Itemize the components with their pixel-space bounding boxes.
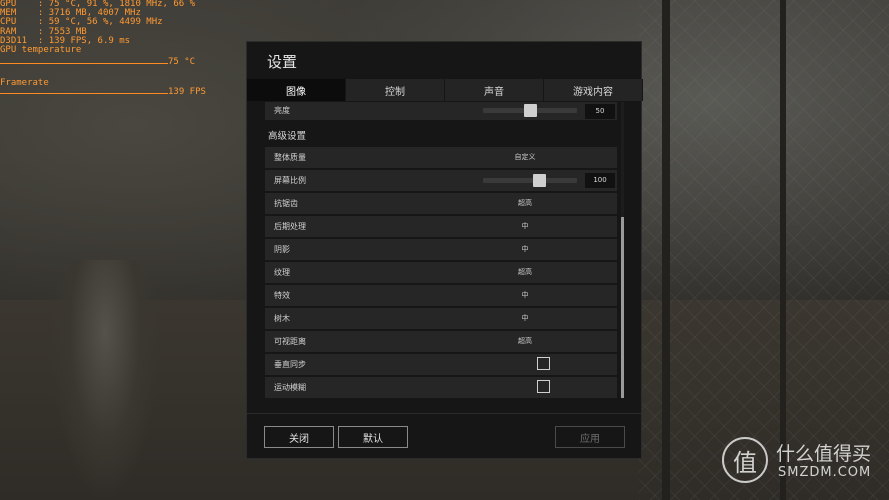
setting-label: 树木 [274, 314, 290, 323]
setting-label: 后期处理 [274, 222, 306, 231]
setting-value[interactable]: 超高 [455, 331, 595, 352]
setting-label: 可视距离 [274, 337, 306, 346]
settings-tabs: 图像 控制 声音 游戏内容 [247, 79, 643, 101]
setting-row-overall-quality[interactable]: 整体质量 自定义 [265, 147, 617, 168]
setting-row-post-processing[interactable]: 后期处理 中 [265, 216, 617, 237]
watermark-cn-text: 什么值得买 [776, 443, 872, 465]
brightness-slider-thumb[interactable] [524, 104, 537, 117]
setting-label: 阴影 [274, 245, 290, 254]
setting-label: 运动模糊 [274, 383, 306, 392]
smzdm-logo: 值 [722, 437, 768, 483]
setting-value[interactable]: 中 [455, 216, 595, 237]
framerate-graph [0, 93, 168, 94]
setting-label: 垂直同步 [274, 360, 306, 369]
footer-divider [247, 413, 641, 414]
window-title: 设置 [267, 53, 298, 71]
gpu-temp-value: 75 °C [168, 57, 196, 67]
fence-post [662, 0, 670, 500]
settings-content: 亮度 50 高级设置 整体质量 自定义 屏幕比例 100 抗锯齿 超高 后期处理… [265, 102, 620, 400]
framerate-value: 139 FPS [168, 87, 206, 97]
framerate-label: Framerate [0, 78, 49, 88]
apply-button[interactable]: 应用 [555, 426, 625, 448]
setting-row-shadows[interactable]: 阴影 中 [265, 239, 617, 260]
setting-row-foliage[interactable]: 树木 中 [265, 308, 617, 329]
motion-blur-checkbox[interactable] [537, 380, 550, 393]
setting-row-anti-aliasing[interactable]: 抗锯齿 超高 [265, 193, 617, 214]
setting-row-vsync: 垂直同步 [265, 354, 617, 375]
player-character [50, 260, 160, 500]
setting-row-screen-scale: 屏幕比例 100 [265, 170, 617, 191]
setting-label: 屏幕比例 [274, 176, 306, 185]
gpu-temp-graph [0, 63, 168, 64]
tab-gameplay[interactable]: 游戏内容 [544, 79, 643, 101]
watermark-en-text: SMZDM.COM [778, 465, 872, 480]
setting-label: 特效 [274, 291, 290, 300]
setting-label: 整体质量 [274, 153, 306, 162]
tab-controls[interactable]: 控制 [346, 79, 445, 101]
fence-post [780, 0, 786, 500]
tab-sound[interactable]: 声音 [445, 79, 544, 101]
settings-window: 设置 图像 控制 声音 游戏内容 亮度 50 高级设置 整体质量 自定义 屏幕比… [246, 41, 643, 459]
close-button[interactable]: 关闭 [264, 426, 334, 448]
setting-value[interactable]: 超高 [455, 262, 595, 283]
setting-value[interactable]: 中 [455, 239, 595, 260]
setting-label: 纹理 [274, 268, 290, 277]
vsync-checkbox[interactable] [537, 357, 550, 370]
brightness-label: 亮度 [274, 106, 290, 115]
setting-value[interactable]: 中 [455, 285, 595, 306]
setting-value[interactable]: 自定义 [455, 147, 595, 168]
setting-row-textures[interactable]: 纹理 超高 [265, 262, 617, 283]
setting-row-view-distance[interactable]: 可视距离 超高 [265, 331, 617, 352]
section-title: 高级设置 [268, 131, 307, 142]
setting-row-effects[interactable]: 特效 中 [265, 285, 617, 306]
brightness-slider-track[interactable] [483, 104, 577, 117]
performance-overlay: GPU : 75 °C, 91 %, 1810 MHz, 66 % MEM : … [0, 0, 206, 97]
setting-value[interactable]: 超高 [455, 193, 595, 214]
setting-label: 抗锯齿 [274, 199, 298, 208]
screen-scale-value[interactable]: 100 [585, 173, 615, 188]
setting-value[interactable]: 中 [455, 308, 595, 329]
settings-scrollbar[interactable] [621, 102, 624, 398]
gpu-temp-label: GPU temperature [0, 45, 82, 56]
screen-scale-slider-track[interactable] [483, 174, 577, 187]
setting-row-motion-blur: 运动模糊 [265, 377, 617, 398]
brightness-row: 亮度 50 [265, 102, 617, 120]
default-button[interactable]: 默认 [338, 426, 408, 448]
brightness-value[interactable]: 50 [585, 104, 615, 119]
tab-graphics[interactable]: 图像 [247, 79, 346, 101]
chain-fence [639, 0, 889, 500]
screen-scale-slider-thumb[interactable] [533, 174, 547, 187]
scrollbar-thumb[interactable] [621, 217, 624, 398]
